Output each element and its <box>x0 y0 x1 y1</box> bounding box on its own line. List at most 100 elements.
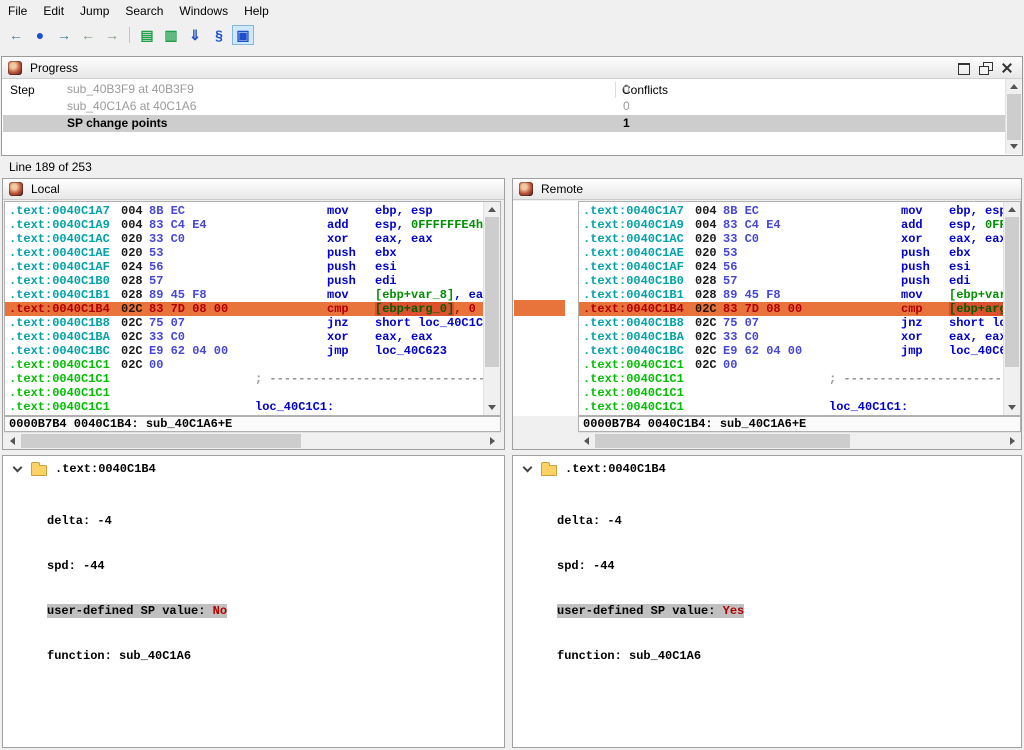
node-label[interactable]: .text:0040C1B4 <box>55 462 156 476</box>
disassembly-lines: .text:0040C1A70048B ECmovebp, esp.text:0… <box>579 204 1003 415</box>
remote-vertical-scrollbar[interactable] <box>1003 202 1020 415</box>
progress-scrollbar[interactable] <box>1005 79 1022 154</box>
disasm-line[interactable]: .text:0040C1BA02C33 C0xoreax, eax <box>579 330 1003 344</box>
mnemonic: push <box>901 260 930 274</box>
disasm-line[interactable]: .text:0040C1BC02CE9 62 04 00jmploc_40C62… <box>579 344 1003 358</box>
disasm-line[interactable]: .text:0040C1B402C83 7D 08 00cmp[ebp+arg_… <box>5 302 483 316</box>
disasm-line[interactable]: .text:0040C1B402C83 7D 08 00cmp[ebp+arg_… <box>579 302 1003 316</box>
disasm-line[interactable]: .text:0040C1C1; ------------------------… <box>5 372 483 386</box>
scroll-right-button[interactable] <box>1004 433 1021 449</box>
disasm-line[interactable]: .text:0040C1AE02053pushebx <box>5 246 483 260</box>
menu-help[interactable]: Help <box>236 1 277 21</box>
disasm-line[interactable]: .text:0040C1BC02CE9 62 04 00jmploc_40C62… <box>5 344 483 358</box>
disasm-line[interactable]: .text:0040C1C1loc_40C1C1: <box>5 400 483 414</box>
nav-back-icon[interactable]: ← <box>5 25 27 45</box>
scroll-down-button[interactable] <box>1006 139 1022 154</box>
link-icon-glyph: § <box>215 27 223 43</box>
scroll-thumb[interactable] <box>1005 217 1019 367</box>
stack-pointer-delta: 02C <box>695 316 717 330</box>
scroll-up-button[interactable] <box>484 202 500 217</box>
down-arrow-icon <box>1010 144 1018 149</box>
scroll-up-button[interactable] <box>1004 202 1020 217</box>
node-label[interactable]: .text:0040C1B4 <box>565 462 666 476</box>
disasm-line[interactable]: .text:0040C1BA02C33 C0xoreax, eax <box>5 330 483 344</box>
disasm-line[interactable]: .text:0040C1AC02033 C0xoreax, eax <box>5 232 483 246</box>
monitor-icon[interactable]: ▣ <box>232 25 254 45</box>
progress-titlebar[interactable]: Progress <box>2 57 1022 79</box>
step-cell: sub_40C1A6 at 40C1A6 <box>67 98 196 115</box>
mnemonic: push <box>327 246 356 260</box>
disasm-line[interactable]: .text:0040C1C102C00 <box>5 358 483 372</box>
remote-disassembly[interactable]: .text:0040C1A70048B ECmovebp, esp.text:0… <box>578 201 1021 416</box>
remote-pane-titlebar[interactable]: Remote <box>513 179 1021 200</box>
nav-forward-icon[interactable]: → <box>53 25 75 45</box>
scroll-left-button[interactable] <box>578 433 595 449</box>
close-button[interactable] <box>996 60 1018 76</box>
disasm-line[interactable]: .text:0040C1B102889 45 F8mov[ebp+var_8],… <box>5 288 483 302</box>
merge-page-icon[interactable]: ▤ <box>136 25 158 45</box>
menu-jump[interactable]: Jump <box>72 1 117 21</box>
scroll-thumb[interactable] <box>485 217 499 367</box>
operand-segment: ebp, esp <box>949 204 1003 218</box>
disasm-line[interactable]: .text:0040C1A900483 C4 E4addesp, 0FFFFFF… <box>5 218 483 232</box>
disasm-line[interactable]: .text:0040C1C102C00 <box>579 358 1003 372</box>
address: .text:0040C1C1 <box>583 386 684 400</box>
stacked-pages-icon[interactable]: ▥ <box>160 25 182 45</box>
progress-row[interactable]: sub_40C1A6 at 40C1A60 <box>3 98 1006 115</box>
disasm-line[interactable]: .text:0040C1C1 <box>579 386 1003 400</box>
disasm-line[interactable]: .text:0040C1B802C75 07jnzshort loc_40C1C… <box>579 316 1003 330</box>
disasm-line[interactable]: .text:0040C1AC02033 C0xoreax, eax <box>579 232 1003 246</box>
address: .text:0040C1AC <box>9 232 110 246</box>
progress-row[interactable]: SP change points1 <box>3 115 1006 132</box>
menu-file[interactable]: File <box>0 1 35 21</box>
operand-segment: short loc_40C1C1 <box>949 316 1003 330</box>
disasm-line[interactable]: .text:0040C1B002857pushedi <box>579 274 1003 288</box>
scroll-thumb[interactable] <box>1007 94 1021 140</box>
stack-pointer-delta: 02C <box>695 302 717 316</box>
page-download-icon[interactable]: ⇓ <box>184 25 206 45</box>
disasm-line[interactable]: .text:0040C1AF02456pushesi <box>5 260 483 274</box>
restore-button[interactable] <box>974 60 996 76</box>
disasm-line[interactable]: .text:0040C1A900483 C4 E4addesp, 0FFFFFF… <box>579 218 1003 232</box>
disasm-line[interactable]: .text:0040C1AF02456pushesi <box>579 260 1003 274</box>
scroll-right-button[interactable] <box>484 433 501 449</box>
progress-row[interactable]: sub_40B3F9 at 40B3F90 <box>3 81 1006 98</box>
disasm-line[interactable]: .text:0040C1B802C75 07jnzshort loc_40C1C… <box>5 316 483 330</box>
operand-segment: , 0 <box>454 302 476 316</box>
link-icon[interactable]: § <box>208 25 230 45</box>
disasm-line[interactable]: .text:0040C1B102889 45 F8mov[ebp+var_8],… <box>579 288 1003 302</box>
scroll-up-button[interactable] <box>1006 79 1022 94</box>
local-vertical-scrollbar[interactable] <box>483 202 500 415</box>
menu-windows[interactable]: Windows <box>171 1 236 21</box>
scroll-left-button[interactable] <box>4 433 21 449</box>
expander-icon[interactable] <box>13 463 23 473</box>
disasm-line[interactable]: .text:0040C1A70048B ECmovebp, esp <box>579 204 1003 218</box>
local-disassembly[interactable]: .text:0040C1A70048B ECmovebp, esp.text:0… <box>4 201 501 416</box>
disasm-line[interactable]: .text:0040C1A70048B ECmovebp, esp <box>5 204 483 218</box>
operands: ebp, esp <box>949 204 1003 218</box>
address: .text:0040C1C1 <box>583 372 684 386</box>
local-horizontal-scrollbar[interactable] <box>4 432 501 449</box>
stack-pointer-delta: 020 <box>121 246 143 260</box>
disasm-line[interactable]: .text:0040C1B002857pushedi <box>5 274 483 288</box>
comment: ; --------------------------------------… <box>829 372 1003 386</box>
menu-search[interactable]: Search <box>117 1 171 21</box>
disasm-line[interactable]: .text:0040C1C1 <box>5 386 483 400</box>
disasm-line[interactable]: .text:0040C1C1loc_40C1C1: <box>579 400 1003 414</box>
scroll-thumb[interactable] <box>595 434 850 448</box>
scroll-down-button[interactable] <box>484 400 500 415</box>
nav-dot-icon[interactable]: ● <box>29 25 51 45</box>
scroll-down-button[interactable] <box>1004 400 1020 415</box>
remote-horizontal-scrollbar[interactable] <box>578 432 1021 449</box>
diff-change-marker[interactable] <box>514 300 565 316</box>
disasm-line[interactable]: .text:0040C1AE02053pushebx <box>579 246 1003 260</box>
expander-icon[interactable] <box>523 463 533 473</box>
history-forward-icon[interactable]: → <box>101 25 123 45</box>
scroll-thumb[interactable] <box>21 434 301 448</box>
history-back-icon[interactable]: ← <box>77 25 99 45</box>
local-pane-titlebar[interactable]: Local <box>3 179 504 200</box>
maximize-button[interactable] <box>952 60 974 76</box>
address: .text:0040C1BA <box>583 330 684 344</box>
disasm-line[interactable]: .text:0040C1C1 ; ------------------------… <box>579 372 1003 386</box>
menu-edit[interactable]: Edit <box>35 1 72 21</box>
